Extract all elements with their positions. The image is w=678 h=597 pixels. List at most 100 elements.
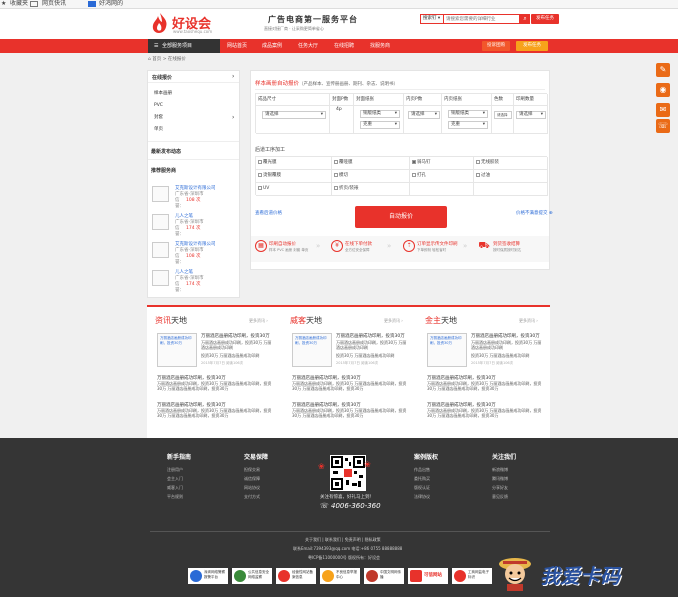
footer-link[interactable]: 平台规则 [167, 494, 183, 500]
footer-link[interactable]: 威客入门 [167, 485, 183, 491]
publish-button[interactable]: 发布任务 [516, 41, 548, 51]
colors-select[interactable]: 请选择 [494, 111, 512, 119]
option-varnish[interactable]: 过油 [474, 170, 548, 183]
option-punch[interactable]: 打孔 [410, 170, 474, 183]
footer-link[interactable]: 注册用户 [167, 467, 183, 473]
footer-link[interactable]: 法律协议 [414, 494, 430, 500]
sidebar-item-flyer[interactable]: 单页 [154, 127, 163, 133]
more-link[interactable]: 更多资讯 › [384, 318, 403, 324]
sidebar-item-brochure[interactable]: 样本画册 [154, 91, 172, 97]
option-perfect-bind[interactable]: 无线胶装 [474, 157, 548, 170]
all-services-menu[interactable]: ☰ 全部服务项目 [148, 39, 220, 53]
badge-civilized[interactable]: 中国文明网传播 [364, 568, 404, 584]
footer-link[interactable]: 腾讯微博 [492, 476, 508, 482]
customer-service-icon[interactable]: ◉ [656, 83, 670, 97]
provider-thumbnail[interactable] [152, 186, 169, 202]
news-headline[interactable]: 万丽酒店画册成功印刷，投资30万 [201, 333, 275, 339]
sidebar-quote-title[interactable]: 在线报价 [152, 74, 172, 81]
complaint-button[interactable]: 投诉团购 [482, 41, 510, 51]
favorites-tab[interactable]: 收藏夹 [10, 0, 28, 8]
sidebar-item-cover[interactable]: 封套 [154, 115, 163, 121]
footer-link[interactable]: 诚信保障 [244, 476, 260, 482]
badge-record[interactable]: 经营性网站备案信息 [276, 568, 316, 584]
option-laminate-gloss[interactable]: 覆光膜 [256, 157, 332, 170]
view-post-price-link[interactable]: 查看后道价格 [255, 211, 282, 217]
inner-p-select[interactable]: 请选择 ▾ [408, 111, 440, 119]
badge-report[interactable]: 不良信息举报中心 [320, 568, 360, 584]
publish-task-button[interactable]: 发布任务 [531, 14, 559, 24]
footer-contact: 联系Email:7394393@qq.com 电话:+86 0755 88888… [293, 546, 403, 551]
news-thumbnail[interactable]: 万丽酒店画册成功印刷，投资30万 [292, 333, 332, 367]
badge-trusted[interactable]: 可信网站 [408, 568, 448, 584]
sidebar-item-pvc[interactable]: PVC [154, 103, 163, 109]
footer-links[interactable]: 关于我们 | 联系我们 | 免责声明 | 隐私政策 [305, 537, 381, 543]
nav-cases[interactable]: 成品案例 [262, 39, 282, 53]
footer-link[interactable]: 会主入门 [167, 476, 183, 482]
news-section: 资讯天地 更多资讯 › 万丽酒店画册成功印刷，投资30万 万丽酒店画册成功印刷，… [147, 305, 550, 438]
footer-col-title: 新手指南 [167, 454, 192, 461]
star-icon[interactable]: ★ [1, 0, 6, 8]
chevron-right-icon[interactable]: › [232, 114, 234, 121]
cover-p-value[interactable]: 4p [336, 107, 342, 113]
sidebar-news-title[interactable]: 最新发布动态 [151, 148, 181, 155]
qr-caption: 关注有惊喜，好礼马上到！ [320, 495, 374, 500]
step-desc: 样本 PVC 画册 封套 单页 [269, 248, 309, 252]
wechat-icon[interactable]: ✉ [656, 103, 670, 117]
footer-link[interactable]: 分享好友 [492, 485, 508, 491]
badge-security[interactable]: 公共信息安全网络监察 [232, 568, 272, 584]
phone-icon[interactable]: ☏ [656, 119, 670, 133]
option-laminate-matte[interactable]: 覆哑膜 [332, 157, 410, 170]
provider-list: 艾克斯设计有限公司 广东省-深圳市 信誉： 108 次 儿人之笔 广东省-深圳市… [152, 186, 238, 296]
inner-weight-select[interactable]: 克重 ▾ [448, 121, 488, 129]
more-link[interactable]: 更多资讯 › [519, 318, 538, 324]
card-title[interactable]: 金主天地 [425, 315, 457, 326]
flame-logo-icon[interactable] [150, 12, 170, 34]
provider-thumbnail[interactable] [152, 214, 169, 230]
option-fold-mount[interactable]: 折页/装裱 [332, 183, 410, 196]
footer-link[interactable]: 新浪微博 [492, 467, 508, 473]
auto-quote-button[interactable]: 自动报价 [355, 206, 447, 228]
home-icon[interactable]: ⌂ [148, 57, 151, 62]
cover-paper-select[interactable]: 铜版纸类 ▾ [360, 110, 400, 118]
more-link[interactable]: 更多资讯 › [249, 318, 268, 324]
news-thumbnail[interactable]: 万丽酒店画册成功印刷，投资30万 [427, 333, 467, 367]
size-select[interactable]: 请选择 ▾ [262, 111, 326, 119]
provider-thumbnail[interactable] [152, 242, 169, 258]
footer-link[interactable]: 作品出售 [414, 467, 430, 473]
search-icon[interactable]: ⌕ [520, 14, 530, 24]
badge-police[interactable]: 深圳网络警察报警平台 [188, 568, 228, 584]
footer-link[interactable]: 网站协议 [244, 485, 260, 491]
option-saddle-stitch[interactable]: 骑马钉 [410, 157, 474, 170]
submit-price-link[interactable]: 价格不满意提交 ⊕ [516, 211, 553, 217]
nav-recruit[interactable]: 在线招聘 [334, 39, 354, 53]
badge-business[interactable]: 工商网监电子标识 [452, 568, 492, 584]
news-list-text: 万丽酒店画册成功印刷，投资30万 万丽酒店画册成功印刷，投资30万 万丽酒店画册… [292, 381, 407, 391]
footer-link[interactable]: 版权认证 [414, 485, 430, 491]
news-headline[interactable]: 万丽酒店画册成功印刷，投资30万 [471, 333, 545, 339]
nav-task-hall[interactable]: 任务大厅 [298, 39, 318, 53]
news-thumbnail[interactable]: 万丽酒店画册成功印刷，投资30万 [157, 333, 197, 367]
chevron-right-icon[interactable]: › [232, 73, 234, 80]
favorites-tab[interactable]: 网页快讯 [42, 0, 66, 8]
card-title[interactable]: 资讯天地 [155, 315, 187, 326]
quantity-select[interactable]: 请选择 ▾ [516, 111, 546, 119]
step-desc: 按时保质按时到达 [493, 248, 521, 252]
option-die-cut[interactable]: 模切 [332, 170, 410, 183]
search-category-select[interactable]: 搜索钉 ▾ [420, 14, 444, 24]
footer-link[interactable]: 意见反馈 [492, 494, 508, 500]
provider-thumbnail[interactable] [152, 270, 169, 286]
inner-paper-select[interactable]: 铜版纸类 ▾ [448, 110, 488, 118]
edit-icon[interactable]: ✎ [656, 63, 670, 77]
nav-providers[interactable]: 找服务商 [370, 39, 390, 53]
option-silver-foil[interactable]: 烫银覆膜 [256, 170, 332, 183]
favorites-tab[interactable]: 好鸿网的 [99, 0, 123, 8]
nav-home[interactable]: 网站首页 [227, 39, 247, 53]
cover-weight-select[interactable]: 克重 ▾ [360, 121, 400, 129]
option-uv[interactable]: UV [256, 183, 332, 196]
footer-link[interactable]: 担保交易 [244, 467, 260, 473]
footer-link[interactable]: 委托购买 [414, 476, 430, 482]
card-title[interactable]: 威客天地 [290, 315, 322, 326]
footer-link[interactable]: 支付方式 [244, 494, 260, 500]
search-input[interactable] [444, 14, 520, 24]
news-headline[interactable]: 万丽酒店画册成功印刷，投资30万 [336, 333, 410, 339]
